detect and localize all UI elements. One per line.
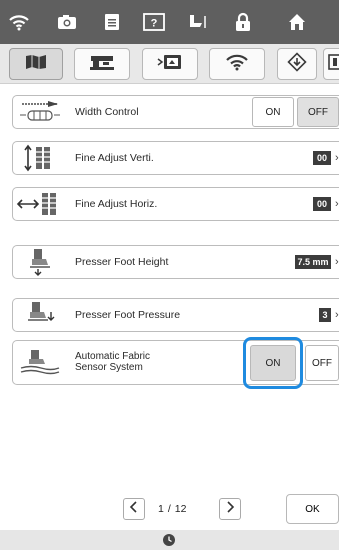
presser-foot-height-row[interactable]: Presser Foot Height 7.5 mm ›: [12, 245, 339, 279]
needle-icon[interactable]: [183, 8, 213, 36]
home-icon[interactable]: [282, 8, 312, 36]
presser-foot-height-label: Presser Foot Height: [75, 255, 169, 268]
tab-update-settings[interactable]: [277, 48, 317, 80]
chevron-right-icon: ›: [335, 256, 339, 268]
chevron-right-icon: ›: [335, 309, 339, 321]
fine-adjust-horiz-row[interactable]: Fine Adjust Horiz. 00 ›: [12, 187, 339, 221]
update-icon: [287, 51, 307, 77]
total-pages: 12: [174, 503, 187, 515]
chevron-right-icon: ›: [335, 198, 339, 210]
chevron-right-icon: ›: [335, 152, 339, 164]
presser-foot-pressure-icon: [15, 299, 65, 331]
previous-page-button[interactable]: [123, 498, 145, 520]
ok-button[interactable]: OK: [286, 494, 339, 524]
next-page-button[interactable]: [219, 498, 241, 520]
fine-adjust-horiz-value: 00: [313, 197, 331, 211]
camera-icon[interactable]: [52, 8, 82, 36]
chevron-left-icon: [129, 500, 139, 518]
presser-foot-height-icon: [15, 246, 65, 278]
automatic-fabric-sensor-label-line1: Automatic Fabric: [75, 351, 151, 362]
svg-text:?: ?: [151, 18, 158, 30]
wifi-icon[interactable]: [4, 8, 34, 36]
tab-info-settings[interactable]: [323, 48, 339, 80]
width-control-icon: [15, 96, 65, 128]
clock-icon: [162, 533, 176, 550]
page-separator: /: [167, 503, 171, 515]
presser-foot-pressure-label: Presser Foot Pressure: [75, 308, 181, 321]
tab-machine-settings[interactable]: [74, 48, 130, 80]
fabric-sensor-icon: [15, 341, 65, 384]
help-icon[interactable]: ?: [139, 8, 169, 36]
fine-adjust-verti-label: Fine Adjust Verti.: [75, 151, 154, 164]
automatic-fabric-sensor-label-line2: Sensor System: [75, 362, 143, 373]
vertical-adjust-icon: [15, 142, 65, 174]
fabric-sensor-off-button[interactable]: OFF: [305, 345, 339, 381]
presser-foot-pressure-row[interactable]: Presser Foot Pressure 3 ›: [12, 298, 339, 332]
settings-tab-bar: [0, 44, 339, 84]
machine-settings-icon: [89, 53, 115, 76]
fine-adjust-horiz-label: Fine Adjust Horiz.: [75, 197, 158, 210]
fabric-sensor-on-button[interactable]: ON: [250, 345, 296, 381]
tab-sewing-settings[interactable]: [9, 48, 63, 80]
current-page: 1: [158, 503, 164, 515]
display-settings-icon: [157, 53, 183, 76]
info-icon: [328, 53, 339, 76]
width-control-on-button[interactable]: ON: [252, 97, 294, 127]
page-indicator: 1 / 12: [158, 498, 186, 520]
document-icon[interactable]: [97, 8, 127, 36]
automatic-fabric-sensor-label: Automatic Fabric Sensor System: [75, 341, 150, 384]
chevron-right-icon: [225, 500, 235, 518]
width-control-label: Width Control: [75, 105, 139, 118]
tab-display-settings[interactable]: [142, 48, 198, 80]
presser-foot-height-value: 7.5 mm: [295, 255, 331, 269]
status-bar: [0, 530, 339, 550]
lock-icon[interactable]: [228, 8, 258, 36]
fine-adjust-verti-value: 00: [313, 151, 331, 165]
presser-foot-pressure-value: 3: [319, 308, 331, 322]
horizontal-adjust-icon: [15, 188, 65, 220]
sewing-settings-icon: [25, 54, 47, 75]
tab-wireless-settings[interactable]: [209, 48, 265, 80]
top-toolbar: ?: [0, 0, 339, 44]
width-control-off-button[interactable]: OFF: [297, 97, 339, 127]
fine-adjust-verti-row[interactable]: Fine Adjust Verti. 00 ›: [12, 141, 339, 175]
wireless-icon: [225, 53, 249, 76]
